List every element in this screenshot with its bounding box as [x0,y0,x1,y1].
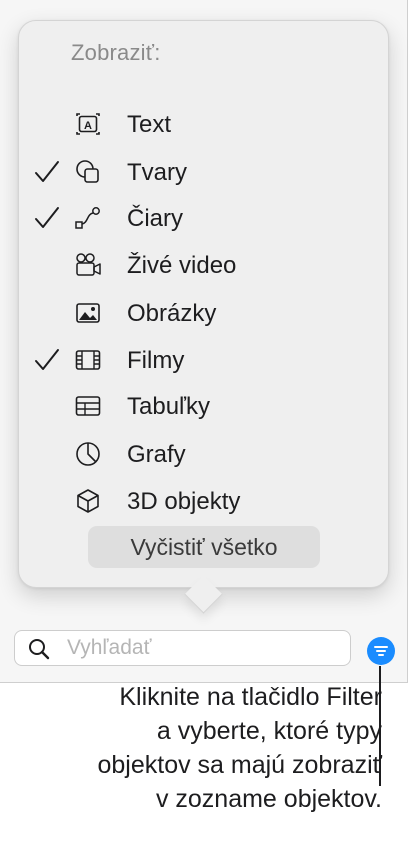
filter-icon [374,646,388,656]
checkmark-icon [35,161,59,182]
search-field[interactable] [14,630,351,666]
menu-item-label: Text [127,111,172,138]
search-icon [29,639,50,660]
callout-line-4: v zozname objektov. [155,785,382,813]
text-box-icon: A [76,113,100,135]
lines-icon [75,207,100,229]
tables-icon [75,396,101,416]
shapes-icon [76,160,99,183]
filter-button[interactable] [367,637,395,665]
charts-icon [76,442,100,466]
popover-title: Zobraziť: [71,40,161,65]
checkmark-icon [35,207,59,228]
images-icon [76,303,100,323]
callout-line-1: Kliknite na tlačidlo Filter [119,683,382,711]
search-input[interactable] [67,633,337,663]
menu-item-label: Obrázky [127,300,217,327]
menu-item-live-video[interactable]: Živé video [19,245,388,285]
3d-objects-icon [77,489,99,513]
menu-item-label: Tvary [127,159,187,186]
menu-item-charts[interactable]: Grafy [19,434,388,474]
menu-item-label: Filmy [127,347,185,374]
menu-item-tables[interactable]: Tabuľky [19,386,388,426]
callout-text: Kliknite na tlačidlo Filter a vyberte, k… [32,680,382,816]
movies-icon [75,350,101,370]
clear-all-button[interactable]: Vyčistiť všetko [88,526,320,568]
menu-item-text[interactable]: A Text [19,104,388,144]
object-list-panel: Zobraziť: A Text Tvary Čiary Živé video … [0,0,408,683]
live-video-icon [76,253,101,276]
menu-item-label: 3D objekty [127,488,241,515]
callout-line-2: a vyberte, ktoré typy [156,717,382,745]
menu-item-images[interactable]: Obrázky [19,293,388,333]
menu-item-movies[interactable]: Filmy [19,340,388,380]
menu-item-label: Tabuľky [127,393,211,420]
filter-popover: Zobraziť: A Text Tvary Čiary Živé video … [18,20,389,588]
svg-text:A: A [84,120,92,132]
menu-item-label: Grafy [127,441,186,468]
menu-item-label: Živé video [127,252,237,279]
menu-item-label: Čiary [127,205,184,232]
menu-item-lines[interactable]: Čiary [19,198,388,238]
checkmark-icon [35,349,59,370]
menu-item-3d-objects[interactable]: 3D objekty [19,481,388,521]
menu-item-shapes[interactable]: Tvary [19,152,388,192]
callout-line-3: objektov sa majú zobraziť [97,751,382,779]
